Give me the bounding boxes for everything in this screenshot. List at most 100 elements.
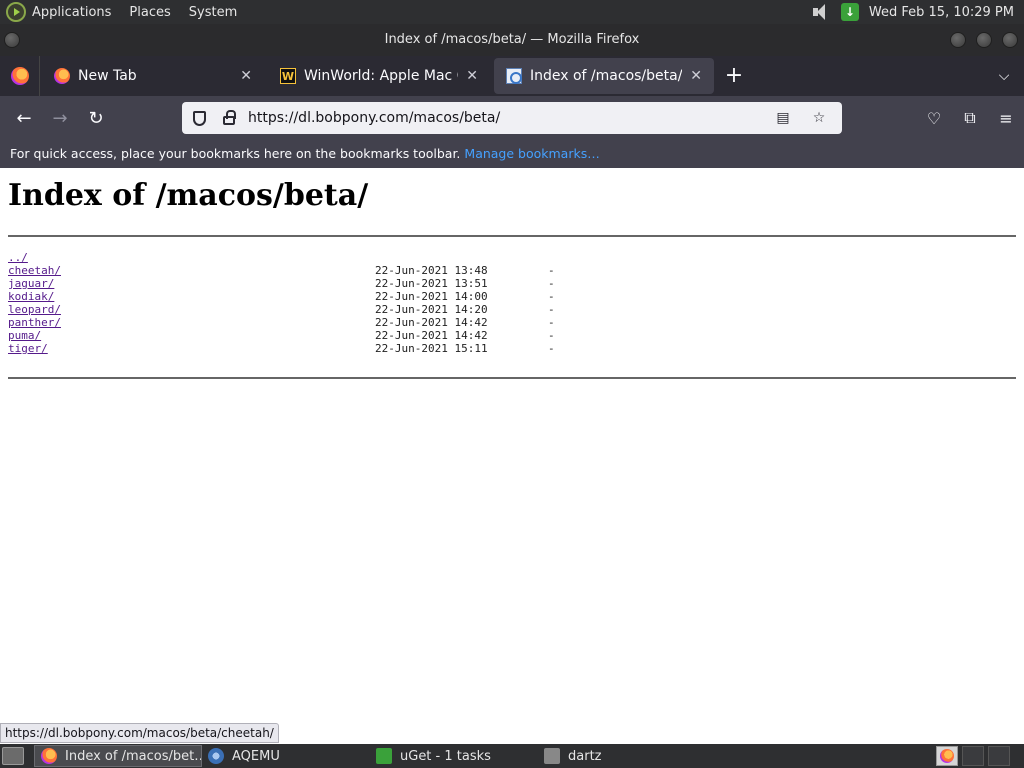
menu-places[interactable]: Places xyxy=(129,5,170,20)
list-item: puma/ 22-Jun-2021 14:42 - xyxy=(8,329,1016,342)
tab-new-tab[interactable]: New Tab ✕ xyxy=(42,58,264,94)
list-item: tiger/ 22-Jun-2021 15:11 - xyxy=(8,342,1016,355)
show-desktop-button[interactable] xyxy=(2,747,24,765)
uget-icon xyxy=(376,748,392,764)
bottom-taskbar: Index of /macos/bet… AQEMU uGet - 1 task… xyxy=(0,744,1024,768)
clock[interactable]: Wed Feb 15, 10:29 PM xyxy=(869,5,1014,20)
qemu-icon xyxy=(208,748,224,764)
task-dartz[interactable]: dartz xyxy=(538,745,706,767)
task-label: Index of /macos/bet… xyxy=(65,748,202,764)
entry-date: 22-Jun-2021 13:51 xyxy=(375,277,488,290)
firefox-view-button[interactable] xyxy=(0,56,40,96)
gnome-foot-icon[interactable] xyxy=(6,2,26,22)
firefox-icon xyxy=(54,68,70,84)
bookmarks-toolbar: For quick access, place your bookmarks h… xyxy=(0,140,1024,168)
parent-directory-link[interactable]: ../ xyxy=(8,251,28,264)
entry-link[interactable]: cheetah/ xyxy=(8,264,61,277)
entry-size: - xyxy=(548,329,555,342)
volume-icon[interactable] xyxy=(811,3,831,21)
app-menu-icon[interactable]: ≡ xyxy=(988,102,1024,134)
reload-button[interactable]: ↻ xyxy=(78,102,114,134)
entry-link[interactable]: kodiak/ xyxy=(8,290,54,303)
entry-size: - xyxy=(548,316,555,329)
entry-size: - xyxy=(548,290,555,303)
menu-system[interactable]: System xyxy=(189,5,237,20)
list-item: jaguar/ 22-Jun-2021 13:51 - xyxy=(8,277,1016,290)
window-title-bar[interactable]: Index of /macos/beta/ — Mozilla Firefox xyxy=(0,24,1024,56)
list-all-tabs-chevron-icon[interactable]: ⌵ xyxy=(984,68,1024,84)
entry-date: 22-Jun-2021 14:42 xyxy=(375,316,488,329)
reader-view-icon[interactable]: ▤ xyxy=(768,102,798,134)
page-icon xyxy=(506,68,522,84)
entry-link[interactable]: jaguar/ xyxy=(8,277,54,290)
drive-icon xyxy=(544,748,560,764)
minimize-button[interactable] xyxy=(950,32,966,48)
new-tab-button[interactable]: + xyxy=(714,58,754,94)
directory-listing: ../ cheetah/ 22-Jun-2021 13:48 - jaguar/… xyxy=(8,251,1016,355)
manage-bookmarks-link[interactable]: Manage bookmarks… xyxy=(464,146,599,161)
tab-label: WinWorld: Apple Mac OS 9.2 xyxy=(304,68,458,84)
firefox-icon xyxy=(41,748,57,764)
entry-size: - xyxy=(548,277,555,290)
tab-strip: New Tab ✕ W WinWorld: Apple Mac OS 9.2 ✕… xyxy=(0,56,1024,96)
back-button[interactable]: ← xyxy=(6,102,42,134)
page-heading: Index of /macos/beta/ xyxy=(8,178,369,213)
list-item: panther/ 22-Jun-2021 14:42 - xyxy=(8,316,1016,329)
entry-link[interactable]: puma/ xyxy=(8,329,41,342)
divider xyxy=(8,377,1016,379)
tab-close-icon[interactable]: ✕ xyxy=(690,68,702,84)
entry-date: 22-Jun-2021 15:11 xyxy=(375,342,488,355)
workspace-2-button[interactable] xyxy=(962,746,984,766)
entry-date: 22-Jun-2021 13:48 xyxy=(375,264,488,277)
entry-size: - xyxy=(548,342,555,355)
list-item: kodiak/ 22-Jun-2021 14:00 - xyxy=(8,290,1016,303)
forward-button[interactable]: → xyxy=(42,102,78,134)
link-status-overlay: https://dl.bobpony.com/macos/beta/cheeta… xyxy=(0,723,279,743)
navigation-bar: ← → ↻ https://dl.bobpony.com/macos/beta/… xyxy=(0,96,1024,140)
task-label: AQEMU xyxy=(232,748,280,764)
entry-link[interactable]: leopard/ xyxy=(8,303,61,316)
tab-index-macos-beta[interactable]: Index of /macos/beta/ ✕ xyxy=(494,58,714,94)
pocket-icon[interactable]: ♡ xyxy=(916,102,952,134)
task-label: uGet - 1 tasks xyxy=(400,748,491,764)
tab-label: New Tab xyxy=(78,68,137,84)
menu-applications[interactable]: Applications xyxy=(32,5,111,20)
close-window-button[interactable] xyxy=(1002,32,1018,48)
page-content: Index of /macos/beta/ ../ cheetah/ 22-Ju… xyxy=(0,168,1024,744)
bookmarks-hint: For quick access, place your bookmarks h… xyxy=(10,146,461,161)
list-item: leopard/ 22-Jun-2021 14:20 - xyxy=(8,303,1016,316)
tracking-protection-shield-icon[interactable] xyxy=(184,102,214,134)
divider xyxy=(8,235,1016,237)
extensions-icon[interactable]: ⧉ xyxy=(952,102,988,134)
entry-size: - xyxy=(548,264,555,277)
url-input[interactable]: https://dl.bobpony.com/macos/beta/ xyxy=(244,110,768,126)
workspace-firefox-icon[interactable] xyxy=(936,746,958,766)
entry-size: - xyxy=(548,303,555,316)
window-menu-icon[interactable] xyxy=(4,32,20,48)
tab-close-icon[interactable]: ✕ xyxy=(240,68,252,84)
list-item: ../ xyxy=(8,251,1016,264)
entry-date: 22-Jun-2021 14:20 xyxy=(375,303,488,316)
tab-close-icon[interactable]: ✕ xyxy=(466,68,478,84)
entry-link[interactable]: tiger/ xyxy=(8,342,48,355)
entry-date: 22-Jun-2021 14:42 xyxy=(375,329,488,342)
uget-tray-icon[interactable]: ↓ xyxy=(840,3,859,21)
list-item: cheetah/ 22-Jun-2021 13:48 - xyxy=(8,264,1016,277)
entry-date: 22-Jun-2021 14:00 xyxy=(375,290,488,303)
firefox-icon xyxy=(10,67,29,85)
window-title: Index of /macos/beta/ — Mozilla Firefox xyxy=(384,32,640,47)
bookmark-star-icon[interactable]: ☆ xyxy=(804,102,834,134)
maximize-button[interactable] xyxy=(976,32,992,48)
tab-label: Index of /macos/beta/ xyxy=(530,68,683,84)
entry-link[interactable]: panther/ xyxy=(8,316,61,329)
task-label: dartz xyxy=(568,748,602,764)
top-panel: Applications Places System ↓ Wed Feb 15,… xyxy=(0,0,1024,24)
tab-winworld[interactable]: W WinWorld: Apple Mac OS 9.2 ✕ xyxy=(268,58,490,94)
task-uget[interactable]: uGet - 1 tasks xyxy=(370,745,538,767)
winworld-icon: W xyxy=(280,68,296,84)
lock-icon[interactable] xyxy=(214,102,244,134)
workspace-3-button[interactable] xyxy=(988,746,1010,766)
url-bar[interactable]: https://dl.bobpony.com/macos/beta/ ▤ ☆ xyxy=(182,102,842,134)
task-firefox[interactable]: Index of /macos/bet… xyxy=(34,745,202,767)
task-aqemu[interactable]: AQEMU xyxy=(202,745,370,767)
